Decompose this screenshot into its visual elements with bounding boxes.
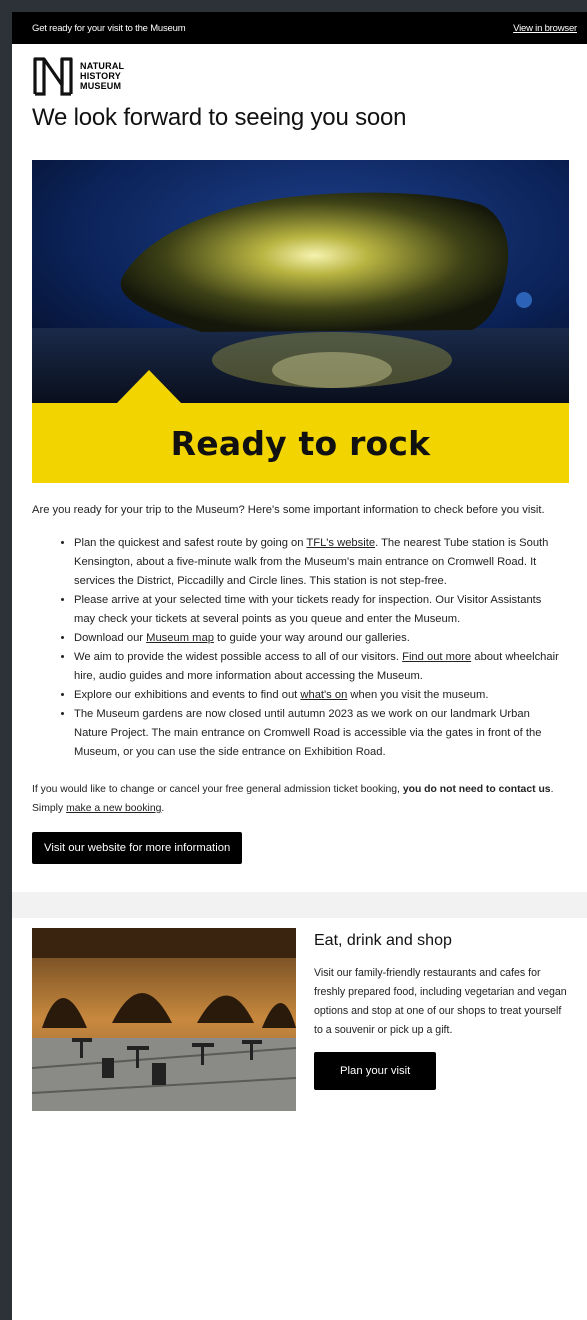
eat-section-title: Eat, drink and shop <box>314 932 452 949</box>
list-item: We aim to provide the widest possible ac… <box>74 648 567 686</box>
preheader-bar: Get ready for your visit to the Museum V… <box>12 12 587 44</box>
museum-logo[interactable]: NATURAL HISTORY MUSEUM <box>32 56 587 96</box>
eat-drink-shop-section: Eat, drink and shop Visit our family-fri… <box>32 928 587 1111</box>
eat-drink-shop-content: Eat, drink and shop Visit our family-fri… <box>314 928 572 1111</box>
section-divider <box>12 892 587 918</box>
plan-visit-wrapper: Plan your visit <box>314 1052 572 1090</box>
logo-line-history: HISTORY <box>80 71 121 81</box>
list-item: The Museum gardens are now closed until … <box>74 705 567 762</box>
whats-on-link[interactable]: what's on <box>300 689 347 701</box>
plan-your-visit-button[interactable]: Plan your visit <box>314 1052 437 1090</box>
logo-line-natural: NATURAL <box>80 61 125 71</box>
logo-line-museum: MUSEUM <box>80 81 122 91</box>
meteorite-photo <box>32 160 569 403</box>
email-body: Get ready for your visit to the Museum V… <box>12 12 587 1320</box>
find-out-more-link[interactable]: Find out more <box>402 651 471 663</box>
view-in-browser-link[interactable]: View in browser <box>513 23 577 34</box>
hero-notch <box>116 370 182 404</box>
list-item: Plan the quickest and safest route by go… <box>74 534 567 591</box>
visit-website-button[interactable]: Visit our website for more information <box>32 832 243 864</box>
museum-map-link[interactable]: Museum map <box>146 632 214 644</box>
nhm-logo-icon <box>33 57 73 96</box>
list-item: Please arrive at your selected time with… <box>74 591 567 629</box>
hero-banner[interactable]: Ready to rock <box>32 160 569 483</box>
page-title: We look forward to seeing you soon <box>32 104 407 131</box>
tfl-website-link[interactable]: TFL's website <box>306 537 375 549</box>
preheader-text: Get ready for your visit to the Museum <box>32 22 186 34</box>
make-new-booking-link[interactable]: make a new booking <box>66 803 161 814</box>
visit-info-list: Plan the quickest and safest route by go… <box>32 534 567 762</box>
hero-title-band: Ready to rock <box>32 403 569 483</box>
hero-title: Ready to rock <box>170 423 431 463</box>
cta-wrapper: Visit our website for more information <box>32 832 587 864</box>
logo-wordmark: NATURAL HISTORY MUSEUM <box>80 61 124 91</box>
main-content: Are you ready for your trip to the Museu… <box>12 501 587 818</box>
intro-paragraph: Are you ready for your trip to the Museu… <box>32 504 545 516</box>
museum-hall-photo[interactable] <box>32 928 296 1111</box>
list-item: Explore our exhibitions and events to fi… <box>74 686 567 705</box>
list-item: Download our Museum map to guide your wa… <box>74 629 567 648</box>
booking-notice: If you would like to change or cancel yo… <box>32 784 554 814</box>
eat-section-text: Visit our family-friendly restaurants an… <box>314 967 567 1036</box>
